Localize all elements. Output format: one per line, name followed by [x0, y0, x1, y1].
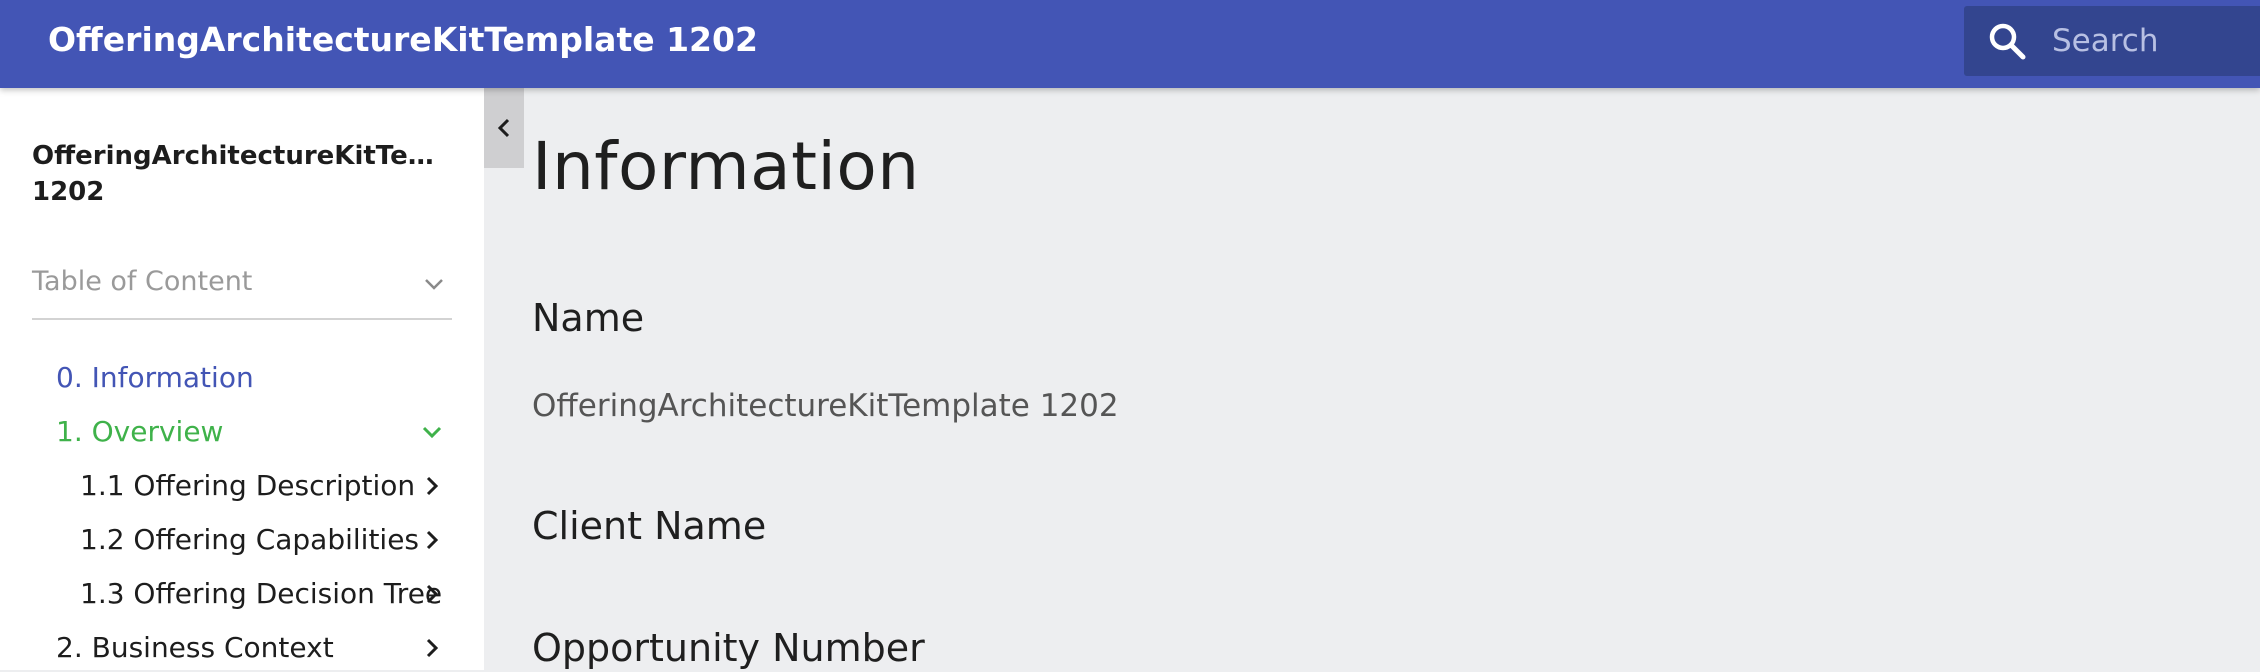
search-input[interactable] [2052, 16, 2252, 66]
section-heading-name: Name [532, 296, 645, 340]
section-value-name: OfferingArchitectureKitTemplate 1202 [532, 388, 1119, 424]
chevron-down-icon[interactable] [418, 418, 446, 446]
toc-dropdown[interactable]: Table of Content [32, 260, 452, 320]
nav-item-offering-decision-tree[interactable]: 1.3 Offering Decision Tree [80, 570, 442, 618]
nav-item-label: 0. Information [56, 361, 254, 394]
sidebar-collapse-button[interactable] [484, 88, 524, 168]
nav-item-offering-description[interactable]: 1.1 Offering Description [80, 462, 415, 510]
sidebar-title-line2: 1202 [32, 177, 105, 207]
chevron-right-icon[interactable] [418, 580, 446, 608]
nav-item-label: 1.3 Offering Decision Tree [80, 577, 443, 610]
chevron-left-icon [497, 118, 510, 138]
sidebar-title-line1: OfferingArchitectureKitTempl... [32, 141, 454, 171]
nav-item-information[interactable]: 0. Information [56, 354, 254, 402]
sidebar-title[interactable]: OfferingArchitectureKitTempl... 1202 [32, 138, 454, 210]
chevron-right-icon[interactable] [418, 472, 446, 500]
page-title: Information [532, 128, 920, 205]
chevron-down-icon [425, 279, 443, 290]
nav-item-offering-capabilities[interactable]: 1.2 Offering Capabilities [80, 516, 419, 564]
app-header: OfferingArchitectureKitTemplate 1202 [0, 0, 2260, 88]
search-icon[interactable] [1986, 20, 2028, 62]
nav-item-label: 2. Business Context [56, 631, 334, 664]
section-heading-opportunity-number: Opportunity Number [532, 626, 925, 670]
app-title[interactable]: OfferingArchitectureKitTemplate 1202 [48, 18, 758, 62]
sidebar: OfferingArchitectureKitTempl... 1202 Tab… [0, 88, 484, 670]
nav-item-label: 1.2 Offering Capabilities [80, 523, 420, 556]
section-heading-client-name: Client Name [532, 504, 767, 548]
main-content: Information Name OfferingArchitectureKit… [532, 88, 2232, 670]
nav-item-label: 1. Overview [56, 415, 224, 448]
toc-label: Table of Content [32, 266, 253, 297]
chevron-right-icon[interactable] [418, 526, 446, 554]
nav-item-overview[interactable]: 1. Overview [56, 408, 223, 456]
search-box[interactable] [1964, 6, 2260, 76]
nav-item-label: 1.1 Offering Description [80, 469, 416, 502]
nav-item-business-context[interactable]: 2. Business Context [56, 624, 334, 672]
chevron-right-icon[interactable] [418, 634, 446, 662]
